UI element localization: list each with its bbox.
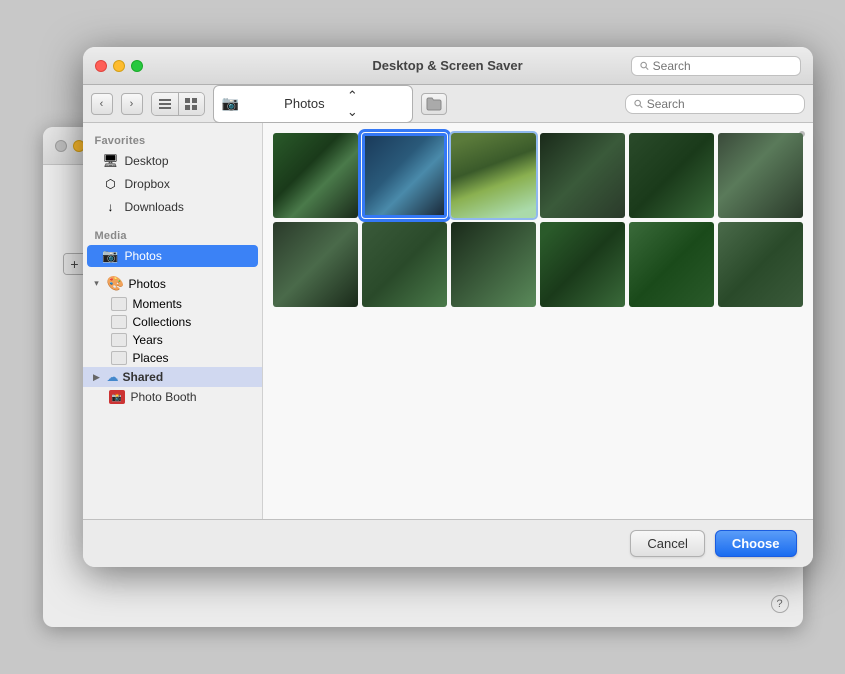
back-button[interactable]: ‹ <box>91 93 113 115</box>
file-picker-dialog: Desktop & Screen Saver ‹ › <box>83 47 813 567</box>
desktop-icon: 🖥 <box>103 153 119 169</box>
shared-label: Shared <box>123 370 164 384</box>
source-label: Photos <box>284 96 341 111</box>
photo-thumb-5[interactable] <box>629 133 714 218</box>
photos-sidebar-icon: 📷 <box>103 248 119 264</box>
photo-booth-icon: 📸 <box>109 390 125 404</box>
tree-years[interactable]: Years <box>83 331 262 349</box>
sidebar-item-photos[interactable]: 📷 Photos <box>87 245 258 267</box>
tree-collections-label: Collections <box>133 315 192 329</box>
collections-folder-icon <box>111 315 127 329</box>
list-view-icon <box>159 99 171 109</box>
media-section-label: Media <box>83 226 262 244</box>
dialog-title: Desktop & Screen Saver <box>372 58 522 73</box>
bg-close-button[interactable] <box>55 140 67 152</box>
photo-thumb-7[interactable] <box>273 222 358 307</box>
view-toggle <box>151 92 205 116</box>
dialog-zoom-button[interactable] <box>131 60 143 72</box>
tree-places-label: Places <box>133 351 169 365</box>
dialog-traffic-lights <box>95 60 143 72</box>
dialog-search-bar[interactable] <box>631 56 801 76</box>
forward-button[interactable]: › <box>121 93 143 115</box>
toolbar-search-bar[interactable] <box>625 94 805 114</box>
photo-thumb-12[interactable] <box>718 222 803 307</box>
photos-grid <box>273 133 803 307</box>
grid-view-icon <box>185 98 197 110</box>
sidebar-downloads-label: Downloads <box>125 200 184 214</box>
sidebar-dropbox-label: Dropbox <box>125 177 170 191</box>
photos-disclosure-icon: ▾ <box>91 278 103 289</box>
sidebar: Favorites 🖥 Desktop ⬡ Dropbox ↓ Download… <box>83 123 263 519</box>
dialog-close-button[interactable] <box>95 60 107 72</box>
new-folder-button[interactable] <box>421 93 447 115</box>
tree-collections[interactable]: Collections <box>83 313 262 331</box>
photos-panel <box>263 123 813 519</box>
dialog-toolbar: ‹ › <box>83 85 813 123</box>
photo-thumb-10[interactable] <box>540 222 625 307</box>
sidebar-item-desktop[interactable]: 🖥 Desktop <box>87 150 258 172</box>
years-folder-icon <box>111 333 127 347</box>
tree-shared[interactable]: ▶ ☁ Shared <box>83 367 262 387</box>
choose-button[interactable]: Choose <box>715 530 797 557</box>
window-wrapper: Desktop & Screen Saver + − Change pictur… <box>43 47 803 627</box>
tree-photo-booth[interactable]: 📸 Photo Booth <box>83 387 262 407</box>
camera-icon: 📷 <box>222 95 279 112</box>
photo-thumb-11[interactable] <box>629 222 714 307</box>
dialog-bottom-bar: Cancel Choose <box>83 519 813 567</box>
list-view-button[interactable] <box>152 93 178 115</box>
shared-disclosure-icon: ▶ <box>91 372 103 383</box>
photo-thumb-1[interactable] <box>273 133 358 218</box>
cancel-button[interactable]: Cancel <box>630 530 704 557</box>
photos-colorwheel-icon: 🎨 <box>107 275 125 292</box>
sidebar-photos-label: Photos <box>125 249 162 263</box>
source-dropdown[interactable]: 📷 Photos ⌃⌄ <box>213 85 413 123</box>
toolbar-search-icon <box>634 99 643 109</box>
dropbox-icon: ⬡ <box>103 176 119 192</box>
toolbar-search-input[interactable] <box>647 97 796 111</box>
favorites-section-label: Favorites <box>83 131 262 149</box>
photo-booth-label: Photo Booth <box>131 390 197 404</box>
sidebar-item-dropbox[interactable]: ⬡ Dropbox <box>87 173 258 195</box>
tree-photos-label: Photos <box>129 277 166 291</box>
dialog-title-search-input[interactable] <box>653 59 792 73</box>
folder-icon <box>426 97 442 111</box>
tree-years-label: Years <box>133 333 163 347</box>
photo-thumb-2[interactable] <box>362 133 447 218</box>
downloads-icon: ↓ <box>103 199 119 215</box>
photo-thumb-9[interactable] <box>451 222 536 307</box>
grid-view-button[interactable] <box>178 93 204 115</box>
help-button[interactable]: ? <box>771 595 789 613</box>
places-folder-icon <box>111 351 127 365</box>
tree-moments[interactable]: Moments <box>83 295 262 313</box>
photo-thumb-6[interactable] <box>718 133 803 218</box>
sidebar-desktop-label: Desktop <box>125 154 169 168</box>
moments-folder-icon <box>111 297 127 311</box>
photo-thumb-8[interactable] <box>362 222 447 307</box>
dialog-title-bar: Desktop & Screen Saver <box>83 47 813 85</box>
tree-photos-root[interactable]: ▾ 🎨 Photos <box>83 272 262 295</box>
dialog-search-icon <box>640 61 649 71</box>
tree-moments-label: Moments <box>133 297 182 311</box>
cloud-icon: ☁ <box>107 370 119 384</box>
tree-places[interactable]: Places <box>83 349 262 367</box>
dropdown-arrow-icon: ⌃⌄ <box>347 88 404 120</box>
photo-thumb-4[interactable] <box>540 133 625 218</box>
photos-tree: ▾ 🎨 Photos Moments Collections <box>83 268 262 411</box>
dialog-minimize-button[interactable] <box>113 60 125 72</box>
sidebar-item-downloads[interactable]: ↓ Downloads <box>87 196 258 218</box>
dialog-content: Favorites 🖥 Desktop ⬡ Dropbox ↓ Download… <box>83 123 813 519</box>
photo-thumb-3[interactable] <box>451 133 536 218</box>
